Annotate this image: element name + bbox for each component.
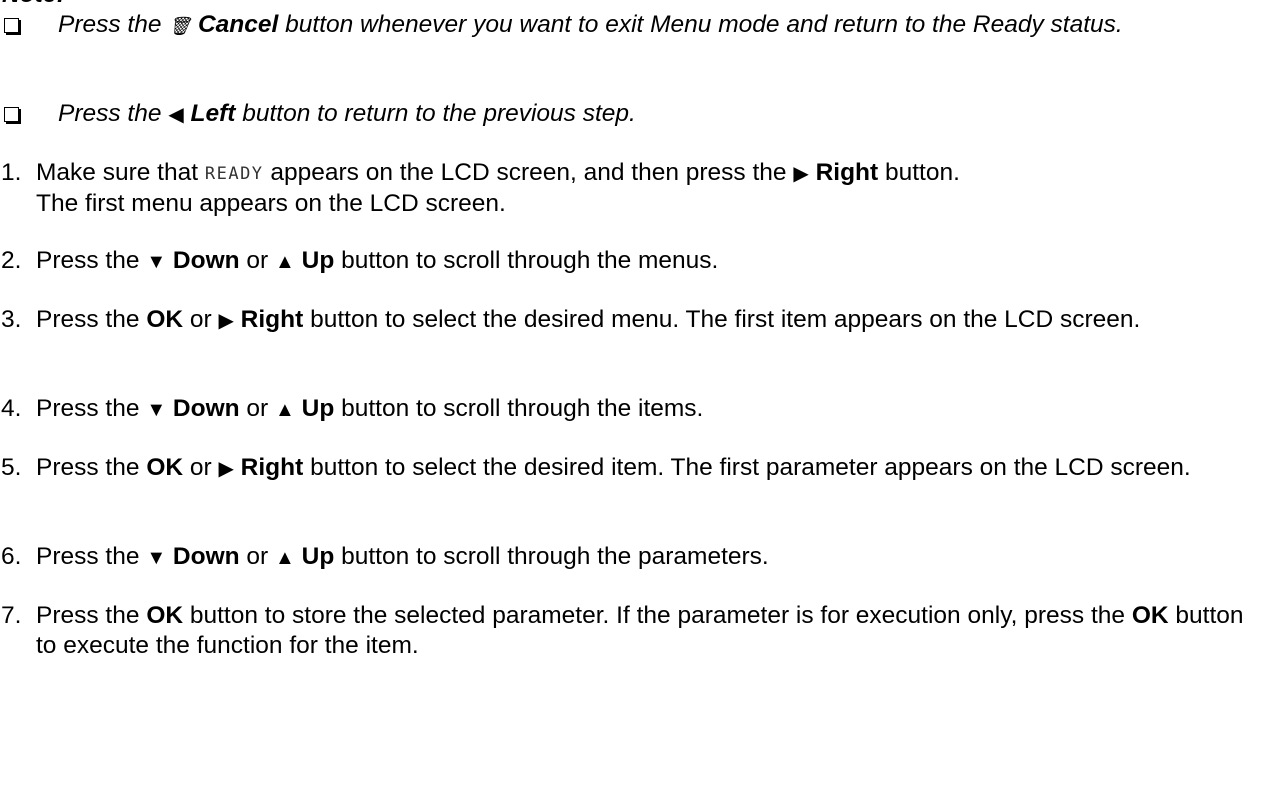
step-text: Press the ▼ Down or ▲ Up button to scrol…	[36, 246, 1270, 277]
step-6: 6. Press the ▼ Down or ▲ Up button to sc…	[0, 542, 1270, 573]
step-text-part: Press the	[36, 543, 147, 570]
step-text-part: button to scroll through the menus.	[334, 247, 719, 274]
step-number: 6.	[1, 543, 22, 570]
up-triangle-icon: ▲	[275, 251, 295, 273]
step-4: 4. Press the ▼ Down or ▲ Up button to sc…	[0, 394, 1270, 425]
step-text: Press the OK or ▶ Right button to select…	[36, 305, 1270, 336]
down-triangle-icon: ▼	[146, 547, 167, 569]
up-triangle-icon: ▲	[275, 547, 295, 569]
step-text-part: button to scroll through the items.	[334, 395, 704, 422]
note-text-post: button to return to the previous step.	[235, 100, 636, 127]
up-button-label: Up	[301, 395, 335, 422]
step-text: Press the OK button to store the selecte…	[36, 601, 1270, 661]
down-button-label: Down	[172, 543, 240, 570]
note-text: Press the 🗑 Cancel button whenever you w…	[58, 10, 1270, 41]
note-heading: Note:	[2, 0, 65, 10]
lcd-ready-text: READY	[204, 164, 264, 184]
ok-button-label: OK	[146, 454, 184, 481]
step-1: 1. Make sure that READY appears on the L…	[0, 158, 1270, 219]
step-text-part: Press the	[36, 306, 147, 333]
step-text-part: appears on the LCD screen, and then pres…	[263, 159, 794, 186]
step-text-part: Press the	[36, 395, 147, 422]
note-text-pre: Press the	[58, 100, 169, 127]
note-item-cancel: Press the 🗑 Cancel button whenever you w…	[0, 10, 1270, 41]
ok-button-label: OK	[146, 602, 184, 629]
step-number: 3.	[1, 306, 22, 333]
step-text-part: button to store the selected parameter. …	[183, 602, 1132, 629]
note-text-pre: Press the	[58, 11, 169, 38]
step-number: 5.	[1, 454, 22, 481]
step-number: 7.	[1, 602, 22, 629]
checkbox-bullet-icon	[0, 99, 58, 130]
step-number: 2.	[1, 247, 22, 274]
step-text: Press the OK or ▶ Right button to select…	[36, 453, 1270, 484]
checkbox-bullet-icon	[0, 10, 58, 41]
ok-button-label: OK	[1131, 602, 1169, 629]
up-button-label: Up	[301, 247, 335, 274]
right-triangle-icon: ▶	[218, 310, 234, 332]
step-text-part: Press the	[36, 454, 147, 481]
down-button-label: Down	[172, 247, 240, 274]
right-button-label: Right	[815, 159, 879, 186]
step-text: Press the ▼ Down or ▲ Up button to scrol…	[36, 394, 1270, 425]
step-text-part: button to scroll through the parameters.	[334, 543, 769, 570]
step-number: 4.	[1, 395, 22, 422]
step-text-part: or	[183, 454, 219, 481]
up-triangle-icon: ▲	[275, 399, 295, 421]
step-text-part: button to select the desired menu. The f…	[303, 306, 1141, 333]
note-text: Press the ◀ Left button to return to the…	[58, 99, 1270, 130]
right-button-label: Right	[240, 306, 304, 333]
right-triangle-icon: ▶	[793, 163, 809, 185]
step-text-part: The first menu appears on the LCD screen…	[36, 190, 506, 217]
trash-cancel-icon: 🗑	[168, 16, 192, 36]
step-3: 3. Press the OK or ▶ Right button to sel…	[0, 305, 1270, 336]
step-text-part: or	[239, 395, 276, 422]
step-2: 2. Press the ▼ Down or ▲ Up button to sc…	[0, 246, 1270, 277]
step-text-part: Make sure that	[36, 159, 205, 186]
left-triangle-icon: ◀	[168, 104, 184, 126]
down-triangle-icon: ▼	[146, 251, 167, 273]
step-text-part: button to select the desired item. The f…	[303, 454, 1191, 481]
step-7: 7. Press the OK button to store the sele…	[0, 601, 1270, 661]
left-button-label: Left	[190, 100, 236, 127]
up-button-label: Up	[301, 543, 335, 570]
right-triangle-icon: ▶	[218, 458, 234, 480]
step-5: 5. Press the OK or ▶ Right button to sel…	[0, 453, 1270, 484]
note-text-post: button whenever you want to exit Menu mo…	[278, 11, 1123, 38]
right-button-label: Right	[240, 454, 304, 481]
step-text-part: or	[239, 543, 276, 570]
ok-button-label: OK	[146, 306, 184, 333]
step-text-part: or	[239, 247, 276, 274]
down-triangle-icon: ▼	[146, 399, 167, 421]
step-text-part: Press the	[36, 602, 147, 629]
step-text: Press the ▼ Down or ▲ Up button to scrol…	[36, 542, 1270, 573]
cancel-button-label: Cancel	[197, 11, 279, 38]
note-item-left: Press the ◀ Left button to return to the…	[0, 99, 1270, 130]
step-text: Make sure that READY appears on the LCD …	[36, 158, 1270, 219]
step-text-part: button.	[878, 159, 960, 186]
step-text-part: Press the	[36, 247, 147, 274]
down-button-label: Down	[172, 395, 240, 422]
step-text-part: or	[183, 306, 219, 333]
step-number: 1.	[1, 159, 22, 186]
